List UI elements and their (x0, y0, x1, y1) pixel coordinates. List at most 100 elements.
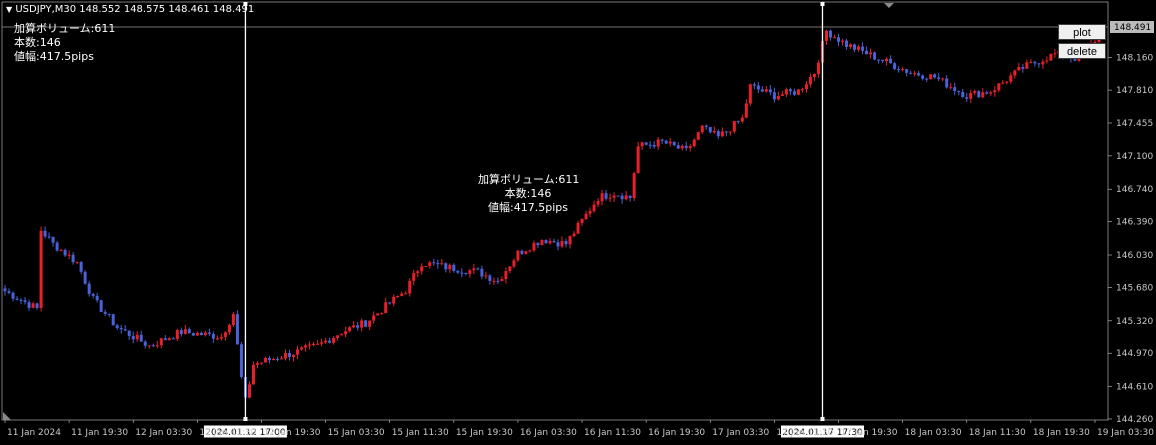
candle-body (849, 44, 853, 47)
candle-body (508, 266, 512, 272)
candle-body (207, 332, 211, 334)
candle-body (909, 72, 913, 74)
candle-body (135, 334, 139, 340)
candle-body (724, 131, 728, 133)
candle-body (700, 125, 704, 133)
candle-body (63, 250, 67, 256)
candle-body (716, 130, 720, 137)
candle-body (824, 30, 828, 41)
candle-body (271, 359, 275, 361)
candle-body (800, 89, 804, 91)
candle-body (404, 293, 408, 295)
candle-body (752, 84, 756, 86)
candle-body (857, 46, 861, 50)
candle-body (656, 139, 660, 147)
candle-body (1041, 61, 1045, 65)
candle-body (219, 336, 223, 339)
candle-body (71, 254, 75, 263)
candle-body (159, 338, 163, 346)
candle-body (901, 69, 905, 71)
candle-body (472, 268, 476, 271)
candle-body (444, 263, 448, 270)
candle-body (476, 268, 480, 270)
candle-body (79, 261, 83, 272)
candle-body (99, 300, 103, 312)
price-chart[interactable]: 2024.01.12 17:00 2024.01.17 17:30 148.160 1… (0, 0, 1156, 441)
x-tick-label: 16 Jan 11:30 (584, 428, 641, 438)
candle-body (536, 242, 540, 246)
candle-body (528, 250, 532, 252)
candle-body (929, 74, 933, 80)
candle-body (484, 275, 488, 277)
candle-body (869, 52, 873, 55)
candle-body (428, 262, 432, 267)
candle-body (3, 288, 7, 292)
candle-body (977, 91, 981, 98)
candle-body (448, 264, 452, 270)
candle-body (263, 358, 267, 363)
candle-body (997, 83, 1001, 91)
delete-button[interactable]: delete (1058, 43, 1106, 59)
scale-corner-icon (3, 412, 11, 420)
candle-body (203, 332, 207, 336)
candle-body (672, 141, 676, 146)
candle-body (885, 58, 889, 62)
candle-body (780, 94, 784, 96)
candle-body (15, 298, 19, 300)
collapse-icon[interactable]: ▼ (6, 5, 12, 14)
candle-body (580, 218, 584, 223)
candle-body (684, 145, 688, 149)
candle-body (312, 343, 316, 345)
candle-body (760, 89, 764, 92)
candle-body (861, 46, 865, 51)
candle-body (696, 132, 700, 140)
candle-body (816, 62, 820, 75)
candle-body (969, 92, 973, 99)
candle-body (39, 230, 43, 309)
candle-body (147, 345, 151, 347)
candle-body (572, 233, 576, 237)
candle-body (191, 333, 195, 336)
candle-body (83, 271, 87, 284)
candle-body (768, 89, 772, 93)
candle-body (167, 338, 171, 341)
candle-body (804, 84, 808, 90)
candle-body (764, 89, 768, 92)
x-tick-label: 11 Jan 2024 (7, 428, 61, 438)
candle-body (348, 327, 352, 332)
info-range: 値幅:417.5pips (488, 201, 568, 214)
candle-body (344, 331, 348, 335)
candle-body (841, 40, 845, 42)
candle-body (31, 303, 35, 308)
candle-body (1025, 62, 1029, 69)
candle-body (905, 69, 909, 73)
candle-body (993, 90, 997, 93)
candle-body (211, 333, 215, 339)
chart-shift-icon (884, 3, 894, 8)
x-tick-label: 17 Jan 11:30 (776, 428, 833, 438)
candle-body (332, 338, 336, 343)
candle-body (604, 193, 608, 199)
candle-body (981, 92, 985, 98)
x-tick-label: 12 Jan 19:30 (263, 428, 320, 438)
candle-body (91, 293, 95, 296)
y-tick-label: 147.100 (1116, 152, 1153, 162)
candle-body (660, 139, 664, 141)
candle-body (388, 302, 392, 304)
candle-body (644, 142, 648, 145)
candle-body (27, 302, 31, 308)
candle-body (913, 73, 917, 75)
candle-body (560, 240, 564, 247)
plot-button[interactable]: plot (1058, 24, 1106, 40)
candle-body (1021, 67, 1025, 69)
candle-body (251, 364, 255, 385)
candle-body (420, 266, 424, 272)
candle-body (239, 344, 243, 378)
symbol-header: ▼ USDJPY,M30 148.552 148.575 148.461 148… (6, 3, 254, 17)
candle-body (640, 142, 644, 147)
candle-body (664, 140, 668, 144)
y-tick-label: 147.455 (1116, 119, 1153, 129)
x-tick-label: 16 Jan 03:30 (520, 428, 577, 438)
candle-body (1029, 61, 1033, 63)
candle-body (143, 341, 147, 346)
